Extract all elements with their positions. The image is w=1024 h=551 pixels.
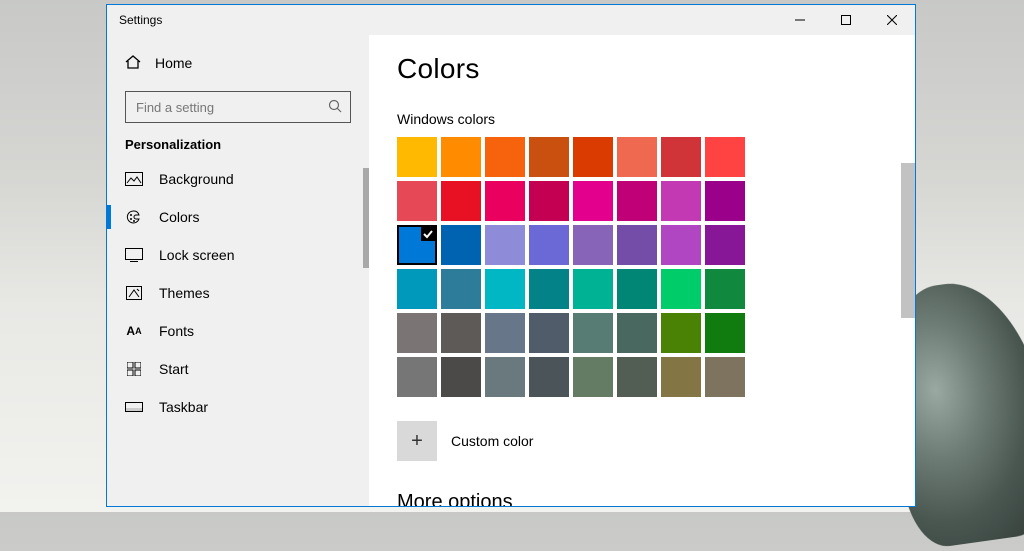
color-swatch[interactable] <box>529 313 569 353</box>
color-swatch[interactable] <box>485 225 525 265</box>
sidebar-item-start[interactable]: Start <box>107 350 369 388</box>
color-swatch[interactable] <box>617 181 657 221</box>
color-swatch[interactable] <box>573 181 613 221</box>
color-swatch[interactable] <box>705 137 745 177</box>
sidebar-item-label: Background <box>159 171 234 187</box>
color-swatch[interactable] <box>705 181 745 221</box>
sidebar-item-colors[interactable]: Colors <box>107 198 369 236</box>
color-swatch[interactable] <box>705 225 745 265</box>
color-swatch[interactable] <box>485 313 525 353</box>
color-swatch[interactable] <box>441 225 481 265</box>
custom-color-label: Custom color <box>451 433 533 449</box>
content-scrollbar[interactable] <box>901 163 915 318</box>
color-swatch[interactable] <box>617 225 657 265</box>
colors-icon <box>125 210 143 224</box>
sidebar-item-label: Themes <box>159 285 210 301</box>
check-icon <box>421 227 435 241</box>
sidebar-item-fonts[interactable]: AA Fonts <box>107 312 369 350</box>
sidebar-item-label: Taskbar <box>159 399 208 415</box>
color-swatch[interactable] <box>661 269 701 309</box>
color-swatch[interactable] <box>397 269 437 309</box>
home-icon <box>125 55 141 72</box>
home-link[interactable]: Home <box>107 43 369 83</box>
page-title: Colors <box>397 53 887 85</box>
sidebar-item-background[interactable]: Background <box>107 160 369 198</box>
color-swatch[interactable] <box>573 269 613 309</box>
lockscreen-icon <box>125 248 143 262</box>
windows-colors-label: Windows colors <box>397 111 887 127</box>
plus-icon: + <box>397 421 437 461</box>
color-swatch[interactable] <box>397 313 437 353</box>
color-swatch[interactable] <box>529 357 569 397</box>
color-swatch[interactable] <box>397 225 437 265</box>
search-icon <box>328 99 342 116</box>
color-swatch[interactable] <box>661 313 701 353</box>
start-icon <box>125 362 143 376</box>
sidebar-item-taskbar[interactable]: Taskbar <box>107 388 369 426</box>
window-title: Settings <box>107 13 162 27</box>
color-swatch[interactable] <box>529 137 569 177</box>
color-swatch[interactable] <box>485 137 525 177</box>
color-swatch[interactable] <box>573 225 613 265</box>
sidebar-item-themes[interactable]: Themes <box>107 274 369 312</box>
more-options-heading: More options <box>397 491 887 506</box>
color-swatch[interactable] <box>705 313 745 353</box>
color-swatch[interactable] <box>705 357 745 397</box>
minimize-button[interactable] <box>777 5 823 35</box>
color-swatch[interactable] <box>661 137 701 177</box>
content-area: Colors Windows colors + Custom color Mor… <box>369 35 915 506</box>
color-swatch[interactable] <box>573 313 613 353</box>
search-placeholder: Find a setting <box>136 100 328 115</box>
color-swatch[interactable] <box>441 269 481 309</box>
sidebar: Home Find a setting Personalization Back… <box>107 35 369 506</box>
color-grid <box>397 137 749 397</box>
color-swatch[interactable] <box>661 357 701 397</box>
color-swatch[interactable] <box>573 357 613 397</box>
sidebar-item-label: Lock screen <box>159 247 234 263</box>
themes-icon <box>125 286 143 300</box>
color-swatch[interactable] <box>529 225 569 265</box>
color-swatch[interactable] <box>617 357 657 397</box>
color-swatch[interactable] <box>441 357 481 397</box>
color-swatch[interactable] <box>485 357 525 397</box>
color-swatch[interactable] <box>705 269 745 309</box>
color-swatch[interactable] <box>661 181 701 221</box>
color-swatch[interactable] <box>397 357 437 397</box>
sidebar-item-label: Fonts <box>159 323 194 339</box>
settings-window: Settings Home Find a setting <box>106 4 916 507</box>
close-button[interactable] <box>869 5 915 35</box>
sidebar-item-label: Colors <box>159 209 199 225</box>
background-icon <box>125 172 143 186</box>
color-swatch[interactable] <box>485 181 525 221</box>
color-swatch[interactable] <box>617 313 657 353</box>
maximize-button[interactable] <box>823 5 869 35</box>
color-swatch[interactable] <box>529 181 569 221</box>
sidebar-item-label: Start <box>159 361 189 377</box>
color-swatch[interactable] <box>397 137 437 177</box>
color-swatch[interactable] <box>441 313 481 353</box>
color-swatch[interactable] <box>617 137 657 177</box>
color-swatch[interactable] <box>441 181 481 221</box>
custom-color-button[interactable]: + Custom color <box>397 421 887 461</box>
section-title: Personalization <box>107 137 369 160</box>
home-label: Home <box>155 55 192 71</box>
titlebar[interactable]: Settings <box>107 5 915 35</box>
fonts-icon: AA <box>125 324 143 338</box>
taskbar-icon <box>125 400 143 414</box>
search-input[interactable]: Find a setting <box>125 91 351 123</box>
nav: Background Colors Lock screen Themes AA Fonts… <box>107 160 369 506</box>
sidebar-item-lock-screen[interactable]: Lock screen <box>107 236 369 274</box>
color-swatch[interactable] <box>661 225 701 265</box>
color-swatch[interactable] <box>529 269 569 309</box>
color-swatch[interactable] <box>441 137 481 177</box>
color-swatch[interactable] <box>397 181 437 221</box>
color-swatch[interactable] <box>485 269 525 309</box>
color-swatch[interactable] <box>573 137 613 177</box>
color-swatch[interactable] <box>617 269 657 309</box>
